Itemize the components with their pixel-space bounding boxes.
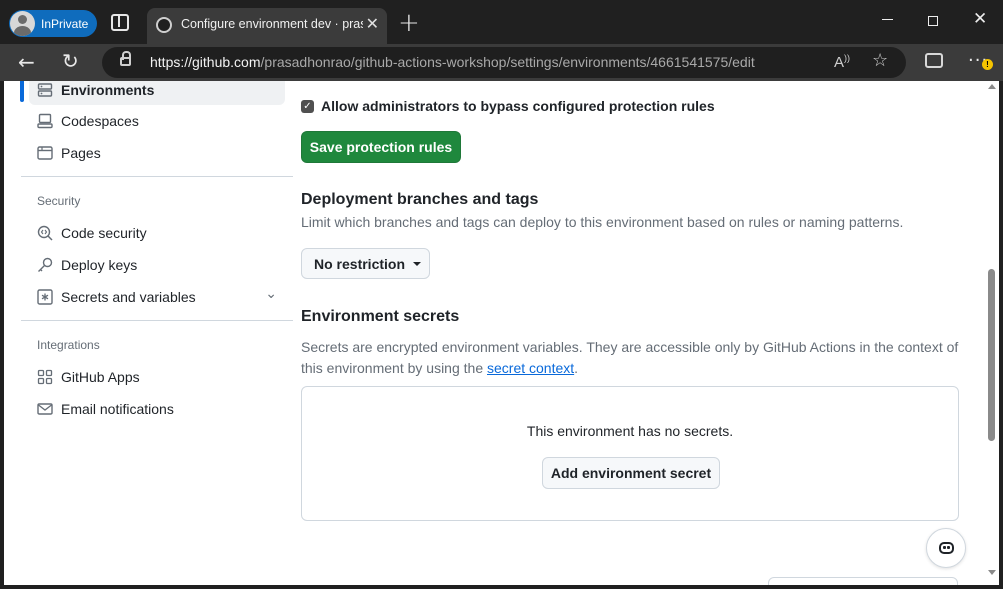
- sidebar-heading-integrations: Integrations: [37, 338, 100, 352]
- mail-icon: [37, 403, 53, 415]
- profile-avatar-icon: [10, 11, 35, 36]
- sidebar-item-code-security[interactable]: Code security: [29, 218, 285, 248]
- back-arrow-icon[interactable]: ←: [18, 50, 35, 74]
- screenshot-icon[interactable]: [925, 53, 943, 68]
- environment-secrets-description: Secrets are encrypted environment variab…: [301, 337, 958, 379]
- sidebar-item-secrets-and-variables[interactable]: Secrets and variables ⌄: [29, 282, 285, 312]
- codespaces-icon: [37, 113, 53, 129]
- settings-sidebar: Environments Codespaces Pages Security C…: [20, 81, 293, 585]
- sidebar-item-label: Secrets and variables: [61, 289, 196, 305]
- read-aloud-icon[interactable]: A)): [834, 53, 850, 71]
- web-page: Environments Codespaces Pages Security C…: [4, 81, 999, 585]
- key-icon: [38, 257, 53, 272]
- inprivate-label: InPrivate: [41, 16, 89, 31]
- browser-tab-active[interactable]: Configure environment dev · prasadhonrao…: [147, 8, 387, 44]
- maximize-icon[interactable]: [928, 16, 938, 26]
- sidebar-item-label: Codespaces: [61, 113, 139, 129]
- url-bar[interactable]: https://github.com/prasadhonrao/github-a…: [102, 47, 906, 78]
- sidebar-item-environments[interactable]: Environments: [20, 81, 285, 105]
- reload-icon[interactable]: ↻: [62, 49, 79, 73]
- sidebar-item-label: Code security: [61, 225, 147, 241]
- add-environment-secret-button[interactable]: Add environment secret: [542, 457, 720, 489]
- environment-settings-main: ✓ Allow administrators to bypass configu…: [301, 81, 961, 585]
- sidebar-item-label: Pages: [61, 145, 101, 161]
- lock-icon[interactable]: [120, 51, 131, 66]
- environment-secrets-title: Environment secrets: [301, 308, 460, 325]
- warning-badge-icon: !: [982, 59, 993, 70]
- minimize-icon[interactable]: [882, 19, 893, 20]
- inprivate-badge[interactable]: InPrivate: [9, 10, 97, 37]
- sidebar-item-label: Environments: [61, 82, 155, 98]
- deployment-branches-description: Limit which branches and tags can deploy…: [301, 214, 904, 230]
- url-path: /prasadhonrao/github-actions-workshop/se…: [260, 54, 755, 70]
- sidebar-item-label: Email notifications: [61, 401, 174, 417]
- github-favicon-icon: [156, 17, 172, 33]
- apps-icon: [37, 369, 53, 385]
- bypass-checkbox-row: ✓ Allow administrators to bypass configu…: [301, 98, 715, 114]
- scrollbar-thumb[interactable]: [988, 269, 995, 441]
- sidebar-item-label: GitHub Apps: [61, 369, 140, 385]
- secrets-blankslate: This environment has no secrets. Add env…: [301, 386, 959, 521]
- browser-tab-bar: InPrivate Configure environment dev · pr…: [0, 0, 1003, 44]
- sidebar-heading-security: Security: [37, 194, 81, 208]
- deployment-branches-dropdown[interactable]: No restriction: [301, 248, 430, 279]
- server-icon: [37, 83, 53, 97]
- chevron-down-icon[interactable]: ⌄: [265, 286, 277, 302]
- sidebar-item-github-apps[interactable]: GitHub Apps: [29, 362, 285, 392]
- url-host: https://github.com: [150, 54, 261, 70]
- sidebar-item-codespaces[interactable]: Codespaces: [29, 106, 285, 136]
- dropdown-value: No restriction: [314, 255, 406, 272]
- tab-title: Configure environment dev · prasadhonrao…: [181, 17, 363, 31]
- sidebar-item-label: Deploy keys: [61, 257, 138, 273]
- no-secrets-message: This environment has no secrets.: [526, 423, 734, 439]
- secrets-description-line-2: this environment by using the: [301, 360, 487, 376]
- sidebar-divider: [21, 320, 293, 321]
- scroll-down-arrow-icon[interactable]: [988, 570, 996, 575]
- secrets-description-end: .: [574, 360, 579, 376]
- secrets-description-line-1: Secrets are encrypted environment variab…: [301, 339, 959, 355]
- active-indicator: [20, 81, 24, 102]
- browser-icon: [37, 146, 53, 160]
- scroll-up-arrow-icon[interactable]: [988, 84, 996, 89]
- save-protection-rules-button[interactable]: Save protection rules: [301, 131, 461, 163]
- window-close-icon[interactable]: ✕: [973, 9, 987, 29]
- codescan-icon: [37, 225, 53, 241]
- new-tab-icon[interactable]: +: [398, 8, 420, 38]
- url-text[interactable]: https://github.com/prasadhonrao/github-a…: [150, 54, 755, 70]
- partially-visible-element: [768, 577, 958, 585]
- sidebar-item-email-notifications[interactable]: Email notifications: [29, 394, 285, 424]
- tab-actions-icon[interactable]: [111, 14, 129, 31]
- deployment-branches-title: Deployment branches and tags: [301, 191, 539, 208]
- favorite-star-icon[interactable]: ☆: [872, 50, 888, 71]
- sidebar-divider: [21, 176, 293, 177]
- triangle-down-icon: [413, 261, 422, 266]
- tab-close-icon[interactable]: ✕: [366, 14, 379, 34]
- address-toolbar: ← ↻ https://github.com/prasadhonrao/gith…: [0, 44, 1003, 81]
- copilot-icon: [939, 542, 954, 554]
- bypass-checkbox[interactable]: ✓: [301, 99, 314, 113]
- sidebar-item-pages[interactable]: Pages: [29, 138, 285, 168]
- page-scrollbar[interactable]: [985, 81, 999, 585]
- secret-context-link[interactable]: secret context: [487, 360, 574, 376]
- bypass-checkbox-label[interactable]: Allow administrators to bypass configure…: [321, 98, 715, 114]
- copilot-chat-button[interactable]: [926, 528, 966, 568]
- sidebar-item-deploy-keys[interactable]: Deploy keys: [29, 250, 285, 280]
- key-asterisk-icon: [37, 289, 53, 305]
